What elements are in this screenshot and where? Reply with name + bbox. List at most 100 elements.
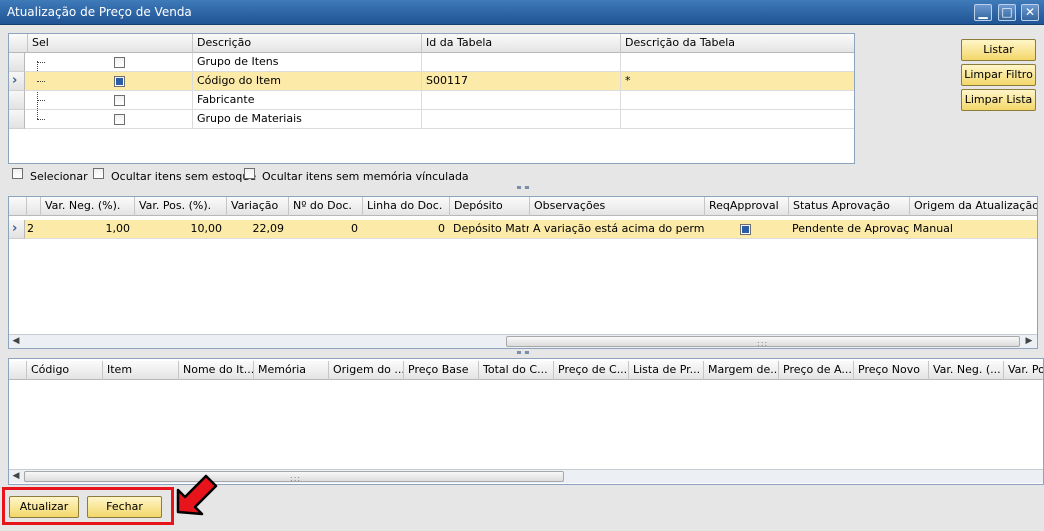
current-row-icon: › [12, 221, 18, 236]
close-button[interactable]: ✕ [1021, 4, 1039, 21]
fechar-button[interactable]: Fechar [87, 496, 162, 518]
reqapproval-cell[interactable] [704, 220, 788, 239]
status-aprovacao-cell[interactable]: Pendente de Aprovação [788, 220, 909, 239]
items-grid-hscroll[interactable]: ◀ ::: [9, 469, 1043, 483]
ocultar-estoque-label: Ocultar itens sem estoque [111, 170, 257, 183]
column-origem[interactable]: Origem do ... [328, 361, 403, 380]
grip-icon: ::: [290, 474, 302, 483]
column-preco-novo[interactable]: Preço Novo [853, 361, 928, 380]
descricao-cell[interactable]: Grupo de Itens [192, 53, 421, 72]
column-lista-preco[interactable]: Lista de Pr... [628, 361, 703, 380]
limpar-filtro-button[interactable]: Limpar Filtro [961, 64, 1036, 86]
scroll-left-icon[interactable]: ◀ [9, 335, 23, 348]
column-origem-atualizacao[interactable]: Origem da Atualização [909, 197, 1037, 216]
deposito-cell[interactable]: Depósito Matriz [449, 220, 529, 239]
reqapproval-checkbox[interactable] [740, 224, 751, 235]
title-bar: Atualização de Preço de Venda ▁ □ ✕ [0, 0, 1044, 25]
descricao-cell[interactable]: Fabricante [192, 91, 421, 110]
column-status-aprovacao[interactable]: Status Aprovação [788, 197, 909, 216]
descricao-cell[interactable]: Código do Item [192, 72, 421, 91]
selecionar-checkbox[interactable] [12, 168, 23, 179]
column-var-pos[interactable]: Var. Po [1003, 361, 1043, 380]
column-deposito[interactable]: Depósito [449, 197, 529, 216]
column-codigo[interactable]: Código [26, 361, 102, 380]
column-sel[interactable]: Sel [27, 34, 192, 53]
filter-row-selected[interactable]: › Código do Item S00117 * [9, 72, 854, 91]
descricao-tabela-cell[interactable]: * [620, 72, 854, 91]
var-neg-cell[interactable]: 1,00 [40, 220, 134, 239]
scroll-left-icon[interactable]: ◀ [9, 470, 23, 483]
descricao-cell[interactable]: Grupo de Materiais [192, 110, 421, 129]
observacoes-cell[interactable]: A variação está acima do permitido [529, 220, 704, 239]
id-tabela-cell[interactable] [421, 110, 620, 129]
id-tabela-cell[interactable] [421, 53, 620, 72]
approval-grid-header: Var. Neg. (%). Var. Pos. (%). Variação N… [9, 197, 1037, 216]
column-item[interactable]: Item [102, 361, 178, 380]
row-select-checkbox[interactable] [114, 95, 125, 106]
row-header[interactable] [9, 110, 25, 129]
ocultar-memoria-checkbox[interactable] [244, 168, 255, 179]
filter-row[interactable]: Grupo de Itens [9, 53, 854, 72]
id-tabela-cell[interactable]: S00117 [421, 72, 620, 91]
column-observacoes[interactable]: Observações [529, 197, 704, 216]
n-doc-cell[interactable]: 0 [288, 220, 362, 239]
ocultar-estoque-checkbox[interactable] [93, 168, 104, 179]
column-preco-custo[interactable]: Preço de C... [553, 361, 628, 380]
descricao-tabela-cell[interactable] [620, 91, 854, 110]
current-row-icon: › [12, 73, 18, 88]
items-grid-header: Código Item Nome do It... Memória Origem… [9, 361, 1043, 380]
maximize-button[interactable]: □ [998, 4, 1016, 21]
atualizar-button[interactable]: Atualizar [9, 496, 79, 518]
variacao-cell[interactable]: 22,09 [226, 220, 288, 239]
column-variacao[interactable]: Variação [226, 197, 288, 216]
column-preco-base[interactable]: Preço Base [403, 361, 478, 380]
row-header[interactable] [9, 53, 25, 72]
splitter-bottom[interactable] [0, 351, 1044, 356]
approval-row-selected[interactable]: › 2 1,00 10,00 22,09 0 0 Depósito Matriz… [9, 220, 1037, 239]
column-preco-atual[interactable]: Preço de A... [778, 361, 853, 380]
filter-grid-header: Sel Descrição Id da Tabela Descrição da … [9, 34, 854, 53]
first-cell[interactable]: 2 [23, 220, 40, 239]
column-margem[interactable]: Margem de... [703, 361, 778, 380]
column-memoria[interactable]: Memória [253, 361, 328, 380]
window-title: Atualização de Preço de Venda [7, 5, 192, 19]
scroll-thumb[interactable]: ::: [24, 471, 564, 483]
approval-grid-hscroll[interactable]: ◀ ::: ▶ [9, 334, 1037, 348]
column-var-neg[interactable]: Var. Neg. (... [928, 361, 1003, 380]
column-var-neg[interactable]: Var. Neg. (%). [40, 197, 134, 216]
column-id-tabela[interactable]: Id da Tabela [421, 34, 620, 53]
row-select-checkbox[interactable] [114, 76, 125, 87]
column-var-pos[interactable]: Var. Pos. (%). [134, 197, 226, 216]
linha-doc-cell[interactable]: 0 [362, 220, 449, 239]
filter-row[interactable]: Grupo de Materiais [9, 110, 854, 129]
column-descricao[interactable]: Descrição [192, 34, 421, 53]
items-grid: Código Item Nome do It... Memória Origem… [8, 358, 1044, 485]
approval-grid: Var. Neg. (%). Var. Pos. (%). Variação N… [8, 196, 1038, 349]
filter-grid: Sel Descrição Id da Tabela Descrição da … [8, 33, 855, 164]
column-nome-item[interactable]: Nome do It... [178, 361, 253, 380]
row-select-checkbox[interactable] [114, 57, 125, 68]
column-reqapproval[interactable]: ReqApproval [704, 197, 788, 216]
scroll-right-icon[interactable]: ▶ [1022, 335, 1036, 348]
limpar-lista-button[interactable]: Limpar Lista [961, 89, 1036, 111]
column-n-doc[interactable]: Nº do Doc. [288, 197, 362, 216]
listar-button[interactable]: Listar [961, 39, 1036, 61]
annotation-arrow-icon [176, 474, 218, 516]
column-linha-doc[interactable]: Linha do Doc. [362, 197, 449, 216]
row-header[interactable] [9, 91, 25, 110]
splitter-top[interactable] [0, 186, 1044, 191]
descricao-tabela-cell[interactable] [620, 110, 854, 129]
row-header[interactable]: › [9, 72, 25, 91]
id-tabela-cell[interactable] [421, 91, 620, 110]
filter-row[interactable]: Fabricante [9, 91, 854, 110]
splitter-grip-icon [517, 186, 529, 189]
scroll-thumb[interactable]: ::: [506, 336, 1020, 348]
descricao-tabela-cell[interactable] [620, 53, 854, 72]
grip-icon: ::: [757, 339, 769, 348]
column-descricao-tabela[interactable]: Descrição da Tabela [620, 34, 854, 53]
column-total[interactable]: Total do C... [478, 361, 553, 380]
origem-cell[interactable]: Manual [909, 220, 1037, 239]
var-pos-cell[interactable]: 10,00 [134, 220, 226, 239]
minimize-button[interactable]: ▁ [974, 4, 992, 21]
row-select-checkbox[interactable] [114, 114, 125, 125]
